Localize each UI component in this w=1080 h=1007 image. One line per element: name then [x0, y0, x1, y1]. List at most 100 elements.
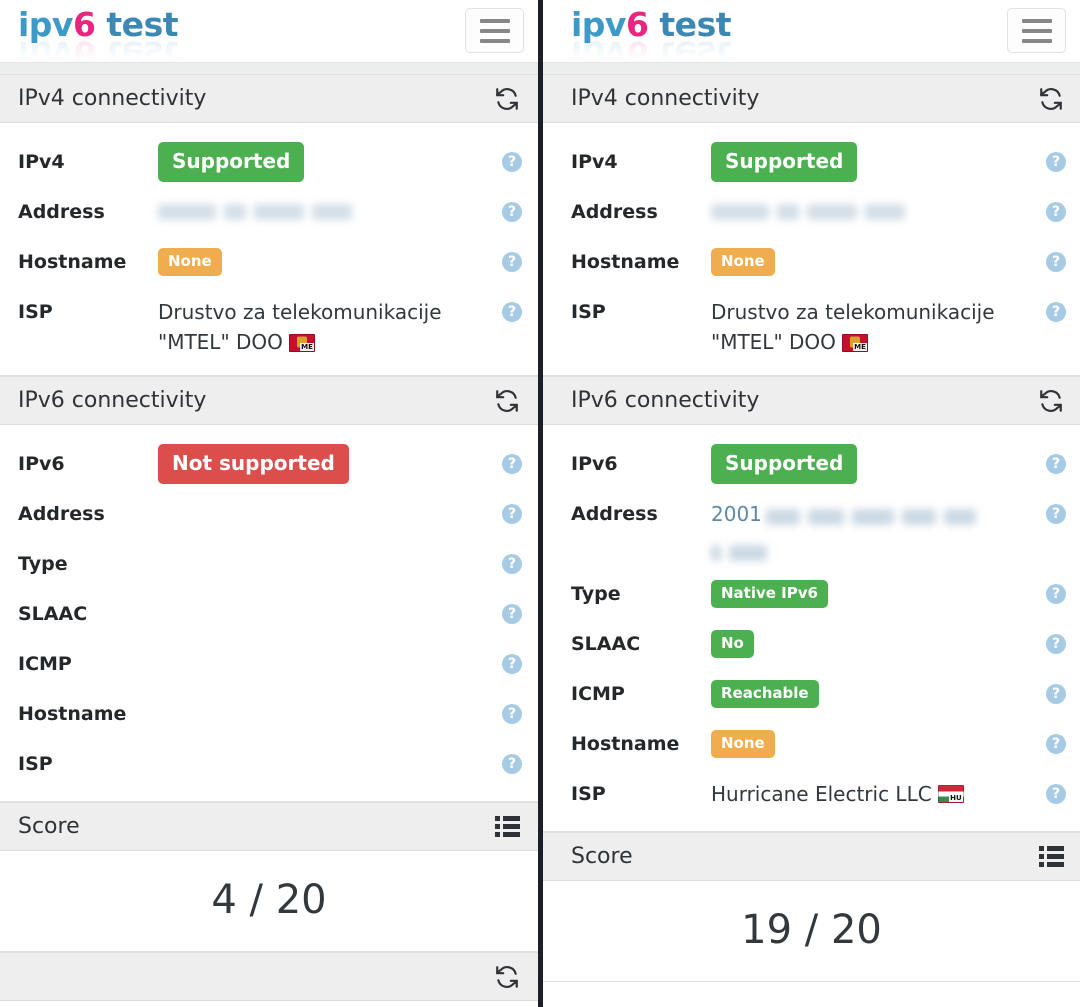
status-badge: Supported — [711, 142, 858, 182]
status-badge: None — [711, 730, 775, 758]
help-icon[interactable]: ? — [502, 754, 522, 774]
help-icon[interactable]: ? — [502, 252, 522, 272]
card-title: IPv6 connectivity — [18, 388, 207, 413]
nav-separator-strip — [0, 62, 538, 74]
navbar-right: ipv6 test ipv6 test — [543, 0, 1080, 73]
row-value: Reachable — [711, 669, 1040, 719]
refresh-icon[interactable] — [1036, 386, 1066, 416]
list-icon[interactable] — [492, 812, 522, 842]
navbar-left: ipv6 test ipv6 test — [0, 0, 538, 73]
right-panel: ipv6 test ipv6 test IPv4 connectivity IP… — [543, 0, 1080, 1007]
card-header-ipv4: IPv4 connectivity — [0, 74, 538, 123]
status-badge: Not supported — [158, 444, 349, 484]
row-label: IPv6 — [18, 453, 65, 475]
help-icon[interactable]: ? — [1046, 504, 1066, 524]
table-row: Hostname None ? — [543, 719, 1080, 769]
row-label: ISP — [571, 783, 606, 805]
row-value: Supported — [711, 137, 1040, 187]
left-panel: ipv6 test ipv6 test IPv4 connectivity IP… — [0, 0, 538, 1007]
status-badge: None — [158, 248, 222, 276]
refresh-icon[interactable] — [492, 962, 522, 992]
table-row: ISP Drustvo za telekomunikacije "MTEL" D… — [543, 287, 1080, 363]
row-label: Hostname — [18, 703, 127, 725]
redacted-block — [807, 204, 857, 220]
help-icon[interactable]: ? — [502, 654, 522, 674]
help-icon[interactable]: ? — [502, 604, 522, 624]
help-icon[interactable]: ? — [502, 302, 522, 322]
status-badge: None — [711, 248, 775, 276]
logo-part2: test — [95, 5, 178, 44]
help-icon[interactable]: ? — [502, 704, 522, 724]
help-icon[interactable]: ? — [502, 202, 522, 222]
row-label: Address — [18, 201, 105, 223]
table-row: Type ? — [0, 539, 538, 589]
status-badge: No — [711, 630, 754, 658]
help-icon[interactable]: ? — [1046, 252, 1066, 272]
redacted-block — [777, 204, 799, 220]
flag-hu-icon: HU — [937, 785, 964, 803]
row-label: ICMP — [18, 653, 72, 675]
refresh-icon[interactable] — [1036, 84, 1066, 114]
table-row: IPv4 Supported ? — [543, 137, 1080, 187]
table-row: ICMP Reachable ? — [543, 669, 1080, 719]
help-icon[interactable]: ? — [1046, 634, 1066, 654]
help-icon[interactable]: ? — [1046, 684, 1066, 704]
row-label: SLAAC — [18, 603, 88, 625]
row-label: Hostname — [18, 251, 127, 273]
row-value: Supported — [158, 137, 496, 187]
row-value: Native IPv6 — [711, 569, 1040, 619]
table-row: ISP Hurricane Electric LLC HU ? — [543, 769, 1080, 819]
refresh-icon[interactable] — [492, 84, 522, 114]
table-row: IPv6 Not supported ? — [0, 439, 538, 489]
help-icon[interactable]: ? — [1046, 302, 1066, 322]
redacted-block — [711, 544, 721, 561]
table-row: ISP ? — [0, 739, 538, 789]
score-value: 19 / 20 — [741, 907, 882, 953]
flag-me-icon: ME — [841, 334, 868, 352]
redacted-block — [901, 508, 936, 525]
redacted-block — [865, 204, 905, 220]
site-logo[interactable]: ipv6 test ipv6 test — [18, 4, 178, 73]
row-value — [158, 539, 496, 589]
row-value: Drustvo za telekomunikacije "MTEL" DOO ME — [158, 287, 496, 358]
help-icon[interactable]: ? — [1046, 784, 1066, 804]
logo-text: ipv6 test — [18, 8, 178, 41]
status-badge: Supported — [158, 142, 305, 182]
help-icon[interactable]: ? — [502, 554, 522, 574]
help-icon[interactable]: ? — [502, 504, 522, 524]
site-logo[interactable]: ipv6 test ipv6 test — [571, 4, 731, 73]
table-row: ISP Drustvo za telekomunikacije "MTEL" D… — [0, 287, 538, 363]
row-label: Type — [571, 583, 621, 605]
logo-digit: 6 — [72, 5, 96, 44]
refresh-icon[interactable] — [492, 386, 522, 416]
row-value: None — [158, 237, 496, 287]
row-value: Hurricane Electric LLC HU — [711, 769, 1040, 819]
help-icon[interactable]: ? — [1046, 584, 1066, 604]
help-icon[interactable]: ? — [1046, 152, 1066, 172]
row-label: Hostname — [571, 251, 680, 273]
help-icon[interactable]: ? — [502, 152, 522, 172]
redacted-block — [711, 204, 769, 220]
table-row: SLAAC ? — [0, 589, 538, 639]
dual-screenshot-stage: ipv6 test ipv6 test IPv4 connectivity IP… — [0, 0, 1080, 1007]
flag-me-icon: ME — [288, 334, 315, 352]
hamburger-icon[interactable] — [1007, 8, 1066, 53]
help-icon[interactable]: ? — [502, 454, 522, 474]
row-value: Not supported — [158, 439, 496, 489]
row-label: ISP — [18, 301, 53, 323]
table-row: Type Native IPv6 ? — [543, 569, 1080, 619]
table-row: Hostname None ? — [543, 237, 1080, 287]
card-title: IPv4 connectivity — [18, 86, 207, 111]
row-label: Hostname — [571, 733, 680, 755]
table-row: IPv4 Supported ? — [0, 137, 538, 187]
row-label: IPv4 — [571, 151, 618, 173]
hamburger-icon[interactable] — [465, 8, 524, 53]
help-icon[interactable]: ? — [1046, 202, 1066, 222]
help-icon[interactable]: ? — [1046, 734, 1066, 754]
row-label: ISP — [571, 301, 606, 323]
help-icon[interactable]: ? — [1046, 454, 1066, 474]
card-header-score: Score — [0, 802, 538, 851]
list-icon[interactable] — [1036, 842, 1066, 872]
row-label: IPv4 — [18, 151, 65, 173]
row-value: Supported — [711, 439, 1040, 489]
